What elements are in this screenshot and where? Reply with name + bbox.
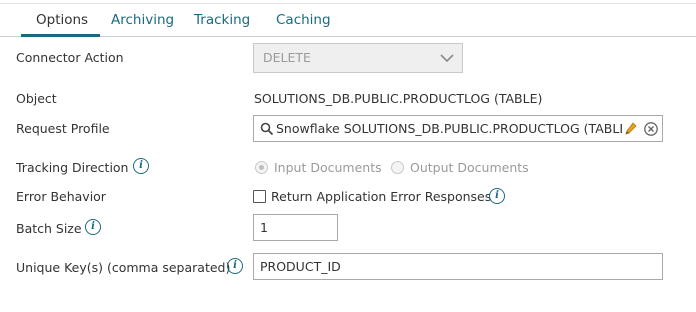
clear-icon[interactable] [644, 122, 658, 136]
unique-keys-info-icon[interactable]: i [227, 258, 243, 274]
tab-caching[interactable]: Caching [276, 12, 331, 28]
active-tab-indicator [21, 34, 100, 37]
search-icon[interactable] [260, 122, 274, 136]
request-profile-label: Request Profile [16, 121, 110, 136]
pencil-icon[interactable] [624, 121, 638, 136]
tab-bar-divider [0, 36, 696, 37]
tab-options[interactable]: Options [36, 12, 88, 28]
object-label: Object [16, 91, 57, 106]
chevron-down-icon [440, 54, 454, 63]
output-documents-radio[interactable] [391, 161, 404, 174]
connector-action-select[interactable]: DELETE [253, 43, 463, 73]
request-profile-value: Snowflake SOLUTIONS_DB.PUBLIC.PRODUCTLOG… [276, 121, 622, 136]
request-profile-field[interactable]: Snowflake SOLUTIONS_DB.PUBLIC.PRODUCTLOG… [253, 115, 663, 142]
batch-size-info-icon[interactable]: i [85, 219, 101, 235]
error-behavior-info-icon[interactable]: i [489, 188, 505, 204]
tab-archiving[interactable]: Archiving [111, 12, 174, 28]
unique-keys-label: Unique Key(s) (comma separated) [16, 260, 231, 275]
output-documents-label: Output Documents [410, 160, 529, 175]
connector-action-label: Connector Action [16, 50, 124, 65]
tracking-direction-label: Tracking Direction [16, 160, 129, 175]
tab-bar: Options Archiving Tracking Caching [0, 0, 696, 38]
input-documents-radio[interactable] [255, 161, 268, 174]
input-documents-label: Input Documents [274, 160, 382, 175]
object-value: SOLUTIONS_DB.PUBLIC.PRODUCTLOG (TABLE) [254, 91, 543, 106]
error-behavior-label: Error Behavior [16, 189, 106, 204]
batch-size-label: Batch Size [16, 221, 82, 236]
tab-bar-top-divider [0, 3, 696, 4]
unique-keys-input[interactable]: PRODUCT_ID [253, 253, 663, 280]
return-application-error-label: Return Application Error Responses [271, 189, 492, 204]
return-application-error-checkbox[interactable] [253, 190, 266, 203]
connector-action-value: DELETE [263, 50, 311, 65]
tab-tracking[interactable]: Tracking [194, 12, 250, 28]
batch-size-input[interactable]: 1 [253, 214, 338, 241]
tracking-direction-info-icon[interactable]: i [133, 158, 149, 174]
